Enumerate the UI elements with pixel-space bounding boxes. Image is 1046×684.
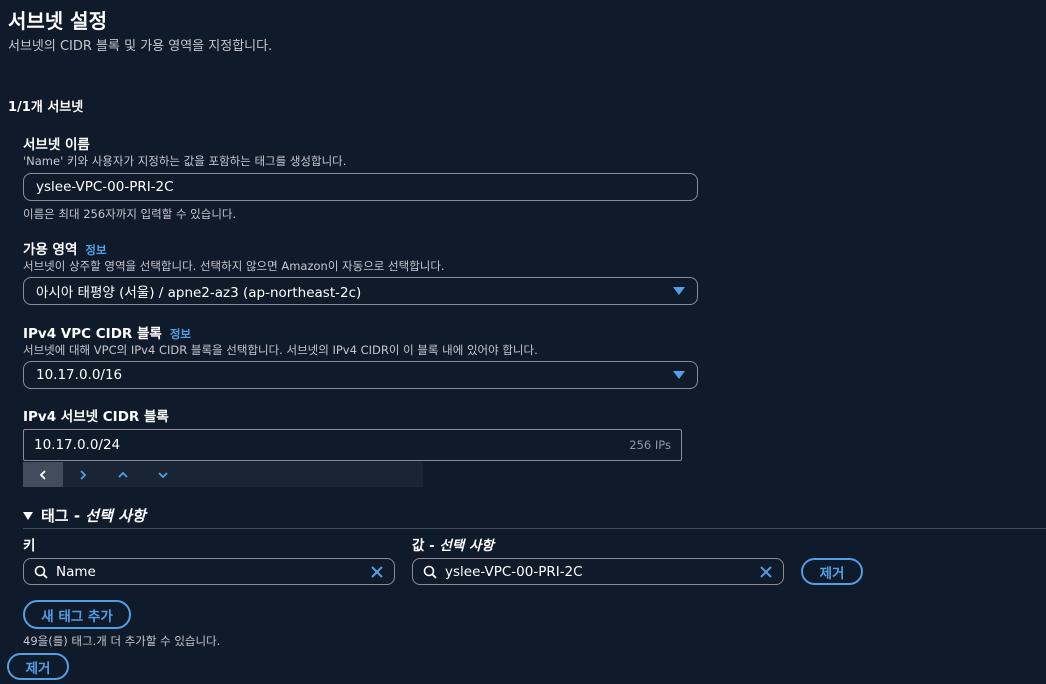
vpc-cidr-label: IPv4 VPC CIDR 블록 bbox=[23, 326, 162, 342]
subnet-name-description: 'Name' 키와 사용자가 지정하는 값을 포함하는 태그를 생성합니다. bbox=[23, 154, 347, 168]
tags-header-optional: 선택 사항 bbox=[85, 507, 146, 525]
subnet-cidr-label: IPv4 서브넷 CIDR 블록 bbox=[23, 409, 169, 425]
vpc-cidr-info-link[interactable]: 정보 bbox=[170, 327, 191, 341]
cidr-increment-button[interactable] bbox=[103, 462, 143, 487]
tags-remaining-hint: 49을(를) 태그.개 더 추가할 수 있습니다. bbox=[23, 634, 221, 648]
tag-key-label: 키 bbox=[23, 538, 36, 554]
tag-value-label-main: 값 - bbox=[412, 538, 440, 554]
subnet-name-input[interactable]: yslee-VPC-00-PRI-2C bbox=[23, 173, 698, 201]
az-description: 서브넷이 상주할 영역을 선택합니다. 선택하지 않으면 Amazon이 자동으… bbox=[23, 259, 445, 273]
chevron-left-icon bbox=[39, 469, 46, 480]
vpc-cidr-description: 서브넷에 대해 VPC의 IPv4 CIDR 블록을 선택합니다. 서브넷의 I… bbox=[23, 343, 538, 357]
page-title: 서브넷 설정 bbox=[8, 9, 107, 33]
vpc-cidr-select[interactable]: 10.17.0.0/16 bbox=[23, 361, 698, 389]
tag-value-label: 값 - 선택 사항 bbox=[412, 534, 494, 554]
remove-tag-button[interactable]: 제거 bbox=[801, 558, 863, 585]
tag-value-value: yslee-VPC-00-PRI-2C bbox=[445, 563, 583, 580]
cidr-prev-button[interactable] bbox=[23, 462, 63, 487]
subnet-name-label: 서브넷 이름 bbox=[23, 137, 90, 153]
subnet-name-value: yslee-VPC-00-PRI-2C bbox=[36, 179, 174, 195]
tags-header-main: 태그 - bbox=[41, 507, 86, 525]
caret-expanded-icon bbox=[23, 511, 33, 520]
az-select[interactable]: 아시아 태평양 (서울) / apne2-az3 (ap-northeast-2… bbox=[23, 277, 698, 305]
page-subtitle: 서브넷의 CIDR 블록 및 가용 영역을 지정합니다. bbox=[8, 39, 273, 54]
az-label-row: 가용 영역 정보 bbox=[23, 238, 107, 258]
subnet-cidr-ip-count: 256 IPs bbox=[629, 438, 671, 452]
subnet-cidr-input[interactable]: 10.17.0.0/24 256 IPs bbox=[23, 429, 682, 461]
caret-down-icon bbox=[673, 371, 685, 379]
subnet-count: 1/1개 서브넷 bbox=[8, 100, 84, 115]
add-tag-button[interactable]: 새 태그 추가 bbox=[23, 600, 131, 629]
tags-section-toggle[interactable]: 태그 - 선택 사항 bbox=[23, 505, 146, 526]
az-info-link[interactable]: 정보 bbox=[85, 243, 106, 257]
vpc-cidr-selected-value: 10.17.0.0/16 bbox=[36, 367, 123, 383]
chevron-up-icon bbox=[118, 471, 128, 478]
subnet-cidr-value: 10.17.0.0/24 bbox=[34, 437, 121, 453]
tag-value-input[interactable]: yslee-VPC-00-PRI-2C bbox=[412, 558, 784, 585]
caret-down-icon bbox=[673, 287, 685, 295]
chevron-down-icon bbox=[158, 471, 168, 478]
vpc-cidr-label-row: IPv4 VPC CIDR 블록 정보 bbox=[23, 322, 191, 342]
tag-key-value: Name bbox=[56, 563, 96, 580]
chevron-right-icon bbox=[80, 469, 87, 480]
search-icon bbox=[34, 565, 48, 579]
remove-subnet-button[interactable]: 제거 bbox=[7, 653, 69, 680]
cidr-decrement-button[interactable] bbox=[143, 462, 183, 487]
search-icon bbox=[423, 565, 437, 579]
tags-divider bbox=[23, 528, 1046, 529]
cidr-stepper bbox=[23, 462, 423, 487]
az-label: 가용 영역 bbox=[23, 242, 78, 258]
tag-value-label-optional: 선택 사항 bbox=[439, 538, 494, 554]
clear-icon[interactable] bbox=[759, 565, 773, 579]
clear-icon[interactable] bbox=[370, 565, 384, 579]
cidr-next-button[interactable] bbox=[63, 462, 103, 487]
subnet-name-hint: 이름은 최대 256자까지 입력할 수 있습니다. bbox=[23, 207, 237, 221]
tag-key-input[interactable]: Name bbox=[23, 558, 395, 585]
az-selected-value: 아시아 태평양 (서울) / apne2-az3 (ap-northeast-2… bbox=[36, 285, 362, 301]
